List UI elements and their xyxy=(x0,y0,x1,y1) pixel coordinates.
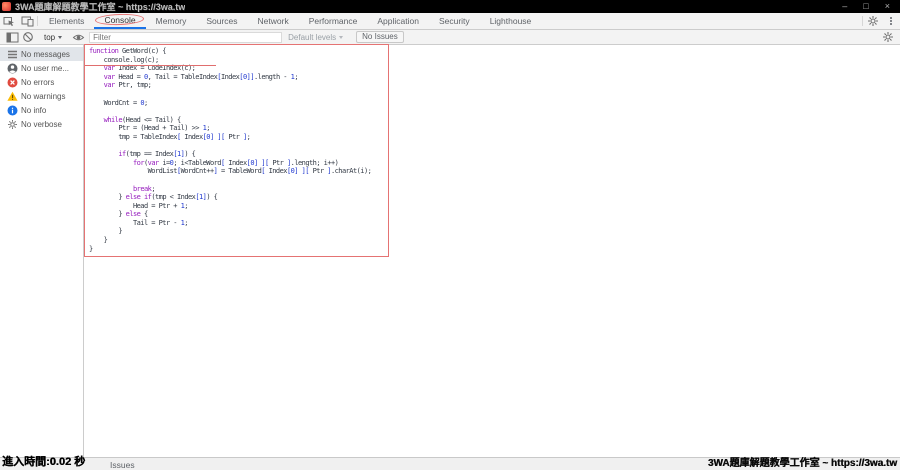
code-line: Ptr = (Head + Tail) >> 1; xyxy=(89,124,386,133)
code-line: } xyxy=(89,245,386,254)
error-icon xyxy=(7,77,18,88)
tab-performance[interactable]: Performance xyxy=(299,13,368,29)
devtools-tabbar: Elements Console Memory Sources Network Perfo… xyxy=(0,13,900,30)
load-time-annotation: 進入時間:0.02 秒 xyxy=(2,453,85,469)
site-favicon-icon xyxy=(2,2,11,11)
tab-sources[interactable]: Sources xyxy=(196,13,247,29)
divider xyxy=(862,16,863,26)
tab-network[interactable]: Network xyxy=(248,13,299,29)
sidebar-filter-no-user-me[interactable]: No user me... xyxy=(0,61,83,75)
console-input-code[interactable]: function GetWord(c) { console.log(c); va… xyxy=(85,45,388,253)
code-line xyxy=(89,90,386,99)
kebab-menu-icon[interactable] xyxy=(882,13,900,29)
code-line xyxy=(89,142,386,151)
sidebar-filter-label: No info xyxy=(21,106,46,115)
sidebar-filter-no-messages[interactable]: No messages xyxy=(0,47,83,61)
console-log-annotation-underline xyxy=(85,65,216,66)
console-sidebar: No messages No user me... No errors No warn… xyxy=(0,45,84,457)
settings-gear-icon[interactable] xyxy=(864,13,882,29)
log-levels-dropdown[interactable]: Default levels xyxy=(282,33,349,42)
info-icon xyxy=(7,105,18,116)
code-line: break; xyxy=(89,185,386,194)
tab-console[interactable]: Console xyxy=(94,13,145,29)
tab-label: Security xyxy=(439,16,470,26)
sidebar-filter-no-verbose[interactable]: No verbose xyxy=(0,117,83,131)
verbose-icon xyxy=(7,119,18,130)
code-line xyxy=(89,107,386,116)
devtools-window: 3WA題庫解題教學工作室 ~ https://3wa.tw – □ × Elem… xyxy=(0,0,900,470)
clear-console-icon[interactable] xyxy=(20,31,36,43)
window-titlebar: 3WA題庫解題教學工作室 ~ https://3wa.tw – □ × xyxy=(0,0,900,13)
live-expression-eye-icon[interactable] xyxy=(70,32,86,43)
divider xyxy=(37,16,38,26)
console-sidebar-toggle-icon[interactable] xyxy=(4,32,20,43)
sidebar-filter-label: No verbose xyxy=(21,120,62,129)
javascript-context-selector[interactable]: top xyxy=(39,33,67,42)
devtools-tabs: Elements Console Memory Sources Network Perfo… xyxy=(39,13,541,29)
tab-application[interactable]: Application xyxy=(367,13,429,29)
maximize-button[interactable]: □ xyxy=(863,2,868,11)
code-line: var Ptr, tmp; xyxy=(89,81,386,90)
sidebar-filter-label: No errors xyxy=(21,78,54,87)
code-line: tmp = TableIndex[ Index[0] ][ Ptr ]; xyxy=(89,133,386,142)
console-content: No messages No user me... No errors No warn… xyxy=(0,45,900,457)
code-line: } xyxy=(89,227,386,236)
tab-label: Application xyxy=(377,16,419,26)
code-line: Tail = Ptr - 1; xyxy=(89,219,386,228)
issues-label[interactable]: Issues xyxy=(110,460,135,470)
sidebar-filter-no-warnings[interactable]: No warnings xyxy=(0,89,83,103)
code-annotation-box: function GetWord(c) { console.log(c); va… xyxy=(84,44,389,257)
issues-counter-button[interactable]: No Issues xyxy=(356,31,404,43)
code-line: for(var i=0; i<TableWord[ Index[0] ][ Pt… xyxy=(89,159,386,168)
sidebar-filter-label: No warnings xyxy=(21,92,65,101)
sidebar-filter-no-info[interactable]: No info xyxy=(0,103,83,117)
sidebar-filter-label: No user me... xyxy=(21,64,69,73)
code-line: WordList[WordCnt++] = TableWord[ Index[0… xyxy=(89,167,386,176)
chevron-down-icon xyxy=(58,36,62,39)
user-icon xyxy=(7,63,18,74)
minimize-button[interactable]: – xyxy=(842,2,847,11)
inspect-element-icon[interactable] xyxy=(0,13,18,29)
tab-label: Memory xyxy=(156,16,187,26)
code-line: function GetWord(c) { xyxy=(89,47,386,56)
tab-label: Performance xyxy=(309,16,358,26)
code-line: var Head = 0, Tail = TableIndex[Index[0]… xyxy=(89,73,386,82)
code-line: WordCnt = 0; xyxy=(89,99,386,108)
tab-memory[interactable]: Memory xyxy=(146,13,197,29)
console-toolbar: top Default levels No Issues xyxy=(0,30,900,45)
window-controls: – □ × xyxy=(842,2,896,11)
sidebar-filter-no-errors[interactable]: No errors xyxy=(0,75,83,89)
sidebar-filter-label: No messages xyxy=(21,50,70,59)
close-button[interactable]: × xyxy=(885,2,890,11)
code-line: while(Head <= Tail) { xyxy=(89,116,386,125)
tab-label: Console xyxy=(104,15,135,25)
code-line: console.log(c); xyxy=(89,56,386,65)
window-title: 3WA題庫解題教學工作室 ~ https://3wa.tw xyxy=(15,0,185,13)
console-settings-gear-icon[interactable] xyxy=(880,31,896,43)
tab-label: Lighthouse xyxy=(490,16,532,26)
warning-icon xyxy=(7,91,18,102)
code-line: } else if(tmp < Index[1]) { xyxy=(89,193,386,202)
taskbar-window-title: 3WA題庫解題教學工作室 ~ https://3wa.tw xyxy=(708,454,897,469)
code-line xyxy=(89,176,386,185)
tab-label: Elements xyxy=(49,16,84,26)
code-line: Head = Ptr + 1; xyxy=(89,202,386,211)
tab-label: Network xyxy=(258,16,289,26)
code-line: } else { xyxy=(89,210,386,219)
bottom-bar: 進入時間:0.02 秒 Issues 3WA題庫解題教學工作室 ~ https:… xyxy=(0,457,900,470)
tab-security[interactable]: Security xyxy=(429,13,480,29)
list-icon xyxy=(7,49,18,60)
chevron-down-icon xyxy=(339,36,343,39)
tab-lighthouse[interactable]: Lighthouse xyxy=(480,13,542,29)
tab-elements[interactable]: Elements xyxy=(39,13,94,29)
device-toolbar-icon[interactable] xyxy=(18,13,36,29)
console-messages-area[interactable]: function GetWord(c) { console.log(c); va… xyxy=(84,45,900,457)
code-line: if(tmp == Index[1]) { xyxy=(89,150,386,159)
code-line: } xyxy=(89,236,386,245)
tab-label: Sources xyxy=(206,16,237,26)
console-filter-input[interactable] xyxy=(89,32,282,43)
